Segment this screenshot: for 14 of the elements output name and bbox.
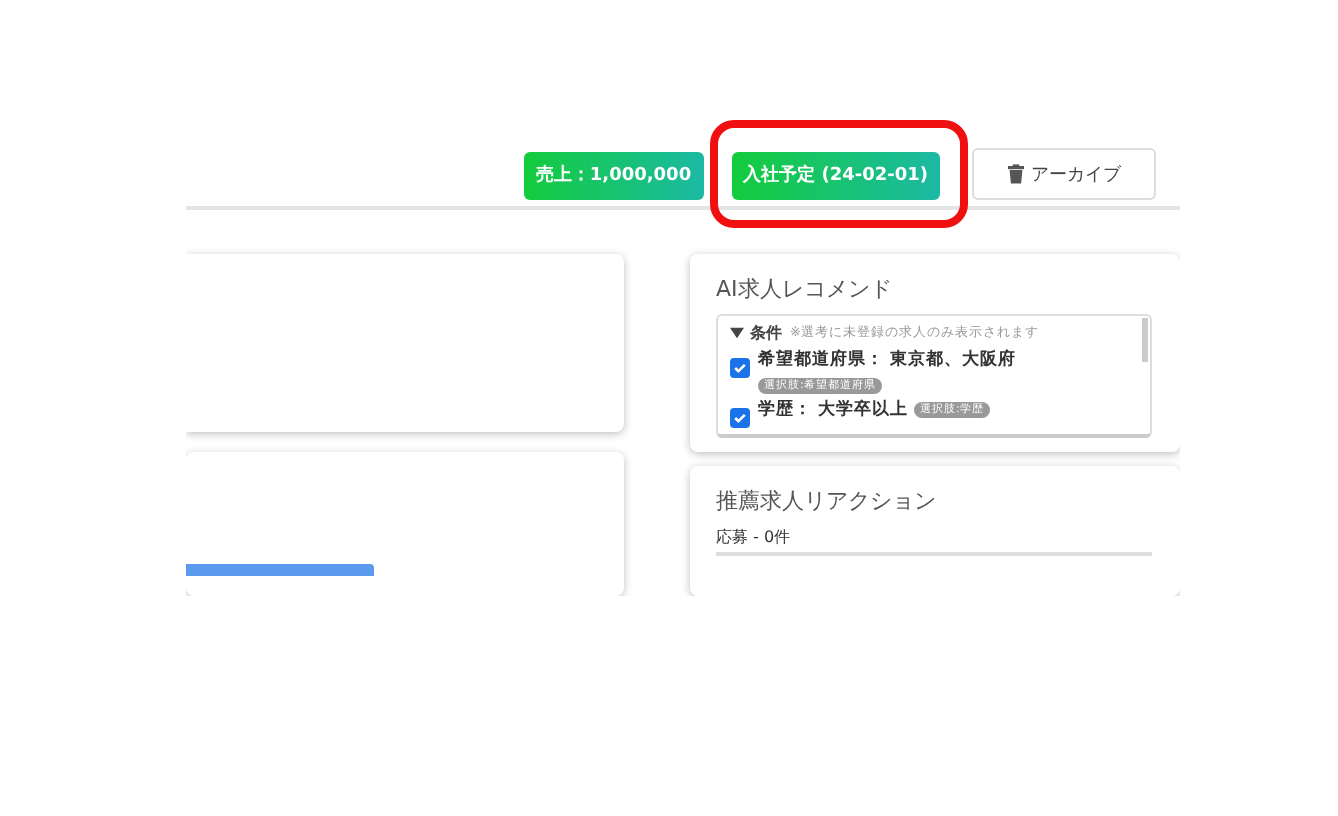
status-badge: 入社予定 (24-02-01) [731, 152, 940, 200]
scrollbar [1142, 318, 1148, 362]
checkbox[interactable] [730, 408, 750, 428]
checkbox[interactable] [730, 358, 750, 378]
trash-icon [1007, 164, 1023, 184]
status-badge: 売上：1,000,000 [523, 152, 704, 200]
condition-label: 希望都道府県： 東京都、大阪府 [758, 348, 1016, 372]
card-title: 推薦求人リアクション [716, 485, 938, 516]
archive-button[interactable]: アーカイブ [972, 148, 1156, 200]
conditions-toggle[interactable]: 条件 [730, 322, 782, 344]
caret-icon [730, 326, 744, 340]
condition-label: 学歴： 大学卒以上 [758, 398, 908, 422]
card-title: AI求人レコメンド [716, 274, 894, 304]
reaction-count: 応募 - 0件 [716, 525, 1152, 556]
